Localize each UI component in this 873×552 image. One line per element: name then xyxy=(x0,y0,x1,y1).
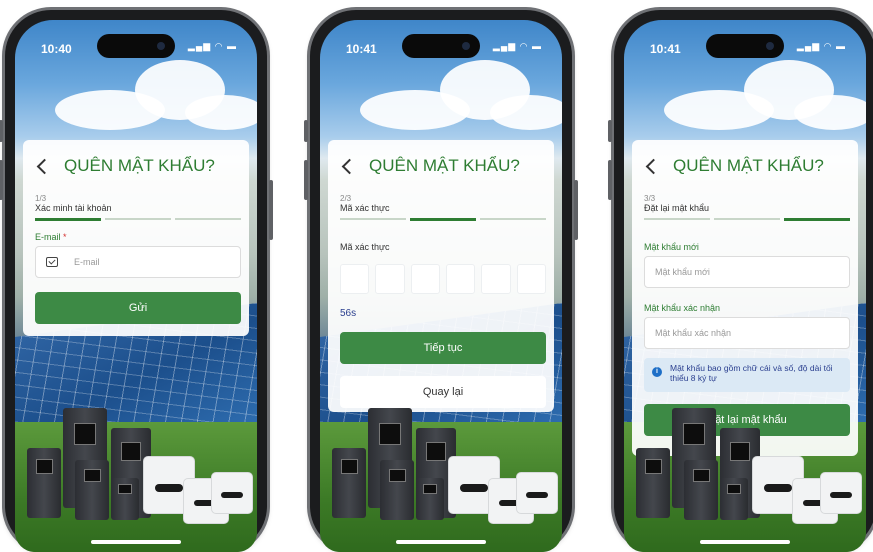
inverter-device xyxy=(380,460,414,520)
phone-frame-3: 10:41 ▂▄▆ ◠ ▬ QUÊN MẬT KHẨU? 3/3 Đặt lại… xyxy=(608,10,873,552)
side-button xyxy=(574,180,578,240)
phone-frame-1: 10:40 ▂▄▆ ◠ ▬ QUÊN MẬT KHẨU? 1/3 Xác min… xyxy=(0,10,273,552)
code-digit-input[interactable] xyxy=(516,264,546,294)
screen-verification-code: 10:41 ▂▄▆ ◠ ▬ QUÊN MẬT KHẨU? 2/3 Mã xác … xyxy=(320,20,562,552)
password-hint: i Mật khẩu bao gồm chữ cái và số, độ dài… xyxy=(644,358,850,392)
page-title-text: QUÊN MẬT KHẨU? xyxy=(369,156,520,175)
email-field[interactable]: E-mail xyxy=(35,246,241,278)
back-chevron-icon[interactable] xyxy=(341,158,358,174)
code-digit-input[interactable] xyxy=(410,264,440,294)
progress-segment xyxy=(340,218,406,220)
continue-button[interactable]: Tiếp tục xyxy=(340,332,546,364)
inverter-device xyxy=(684,460,718,520)
code-digit-input[interactable] xyxy=(445,264,476,294)
dynamic-island xyxy=(97,34,175,58)
inverter-device xyxy=(516,472,558,514)
status-time: 10:41 xyxy=(346,42,377,56)
mail-icon xyxy=(46,257,58,267)
step-name: Mã xác thực xyxy=(340,203,390,213)
home-indicator xyxy=(700,540,790,544)
step-name: Xác minh tài khoản xyxy=(35,203,112,213)
side-button xyxy=(304,120,308,142)
submit-button[interactable]: Gửi xyxy=(35,292,241,324)
inverter-device xyxy=(332,448,366,518)
inverter-device xyxy=(820,472,862,514)
step-progress xyxy=(340,217,546,221)
back-chevron-icon[interactable] xyxy=(645,158,662,174)
form-card: QUÊN MẬT KHẨU? 3/3 Đặt lại mật khẩu Mật … xyxy=(632,140,858,456)
cloud xyxy=(185,95,257,130)
page-title-text: QUÊN MẬT KHẨU? xyxy=(64,156,215,175)
confirm-password-placeholder: Mật khẩu xác nhận xyxy=(655,328,732,338)
new-password-placeholder: Mật khẩu mới xyxy=(655,267,710,277)
side-button xyxy=(304,160,308,200)
form-card: QUÊN MẬT KHẨU? 1/3 Xác minh tài khoản E-… xyxy=(23,140,249,336)
inverter-device xyxy=(636,448,670,518)
code-inputs xyxy=(340,264,546,294)
required-mark: * xyxy=(63,232,67,242)
email-placeholder: E-mail xyxy=(74,257,100,267)
inverter-device xyxy=(416,478,444,520)
step-number: 3/3 xyxy=(644,194,656,203)
confirm-password-label: Mật khẩu xác nhận xyxy=(644,303,721,313)
page-title: QUÊN MẬT KHẨU? xyxy=(35,156,215,176)
page-title-text: QUÊN MẬT KHẨU? xyxy=(673,156,824,175)
dynamic-island xyxy=(706,34,784,58)
status-time: 10:40 xyxy=(41,42,72,56)
progress-segment xyxy=(175,218,241,220)
side-button xyxy=(0,160,3,200)
home-indicator xyxy=(91,540,181,544)
resend-timer: 56s xyxy=(340,308,357,319)
form-card: QUÊN MẬT KHẨU? 2/3 Mã xác thực Mã xác th… xyxy=(328,140,554,412)
code-digit-input[interactable] xyxy=(340,264,370,294)
code-label: Mã xác thực xyxy=(340,242,390,252)
home-indicator xyxy=(396,540,486,544)
cloud xyxy=(794,95,866,130)
status-icons: ▂▄▆ ◠ ▬ xyxy=(796,41,846,51)
progress-segment xyxy=(714,218,780,220)
inverter-device xyxy=(27,448,61,518)
email-label: E-mail * xyxy=(35,232,67,242)
password-hint-text: Mật khẩu bao gồm chữ cái và số, độ dài t… xyxy=(670,363,833,383)
confirm-password-field[interactable]: Mật khẩu xác nhận xyxy=(644,317,850,349)
step-name: Đặt lại mật khẩu xyxy=(644,203,710,213)
step-progress xyxy=(35,217,241,221)
step-number: 2/3 xyxy=(340,194,352,203)
status-icons: ▂▄▆ ◠ ▬ xyxy=(187,41,237,51)
status-time: 10:41 xyxy=(650,42,681,56)
inverter-device xyxy=(720,478,748,520)
progress-segment xyxy=(784,217,850,221)
step-progress xyxy=(644,217,850,221)
progress-segment xyxy=(644,218,710,220)
progress-segment xyxy=(410,217,476,221)
back-chevron-icon[interactable] xyxy=(36,158,53,174)
page-title: QUÊN MẬT KHẨU? xyxy=(340,156,520,176)
status-icons: ▂▄▆ ◠ ▬ xyxy=(492,41,542,51)
progress-segment xyxy=(480,218,546,220)
step-number: 1/3 xyxy=(35,194,47,203)
side-button xyxy=(608,120,612,142)
dynamic-island xyxy=(402,34,480,58)
code-digit-input[interactable] xyxy=(375,264,405,294)
side-button xyxy=(608,160,612,200)
progress-segment xyxy=(105,218,171,220)
email-label-text: E-mail xyxy=(35,232,61,242)
page-title: QUÊN MẬT KHẨU? xyxy=(644,156,824,176)
side-button xyxy=(0,120,3,142)
side-button xyxy=(269,180,273,240)
inverter-device xyxy=(75,460,109,520)
cloud xyxy=(490,95,562,130)
new-password-label: Mật khẩu mới xyxy=(644,242,699,252)
phone-frame-2: 10:41 ▂▄▆ ◠ ▬ QUÊN MẬT KHẨU? 2/3 Mã xác … xyxy=(304,10,578,552)
info-icon: i xyxy=(652,367,662,377)
new-password-field[interactable]: Mật khẩu mới xyxy=(644,256,850,288)
inverter-device xyxy=(211,472,253,514)
code-digit-input[interactable] xyxy=(481,264,511,294)
progress-segment xyxy=(35,217,101,221)
inverter-device xyxy=(111,478,139,520)
screen-reset-password: 10:41 ▂▄▆ ◠ ▬ QUÊN MẬT KHẨU? 3/3 Đặt lại… xyxy=(624,20,866,552)
screen-verify-account: 10:40 ▂▄▆ ◠ ▬ QUÊN MẬT KHẨU? 1/3 Xác min… xyxy=(15,20,257,552)
back-button[interactable]: Quay lại xyxy=(340,376,546,408)
